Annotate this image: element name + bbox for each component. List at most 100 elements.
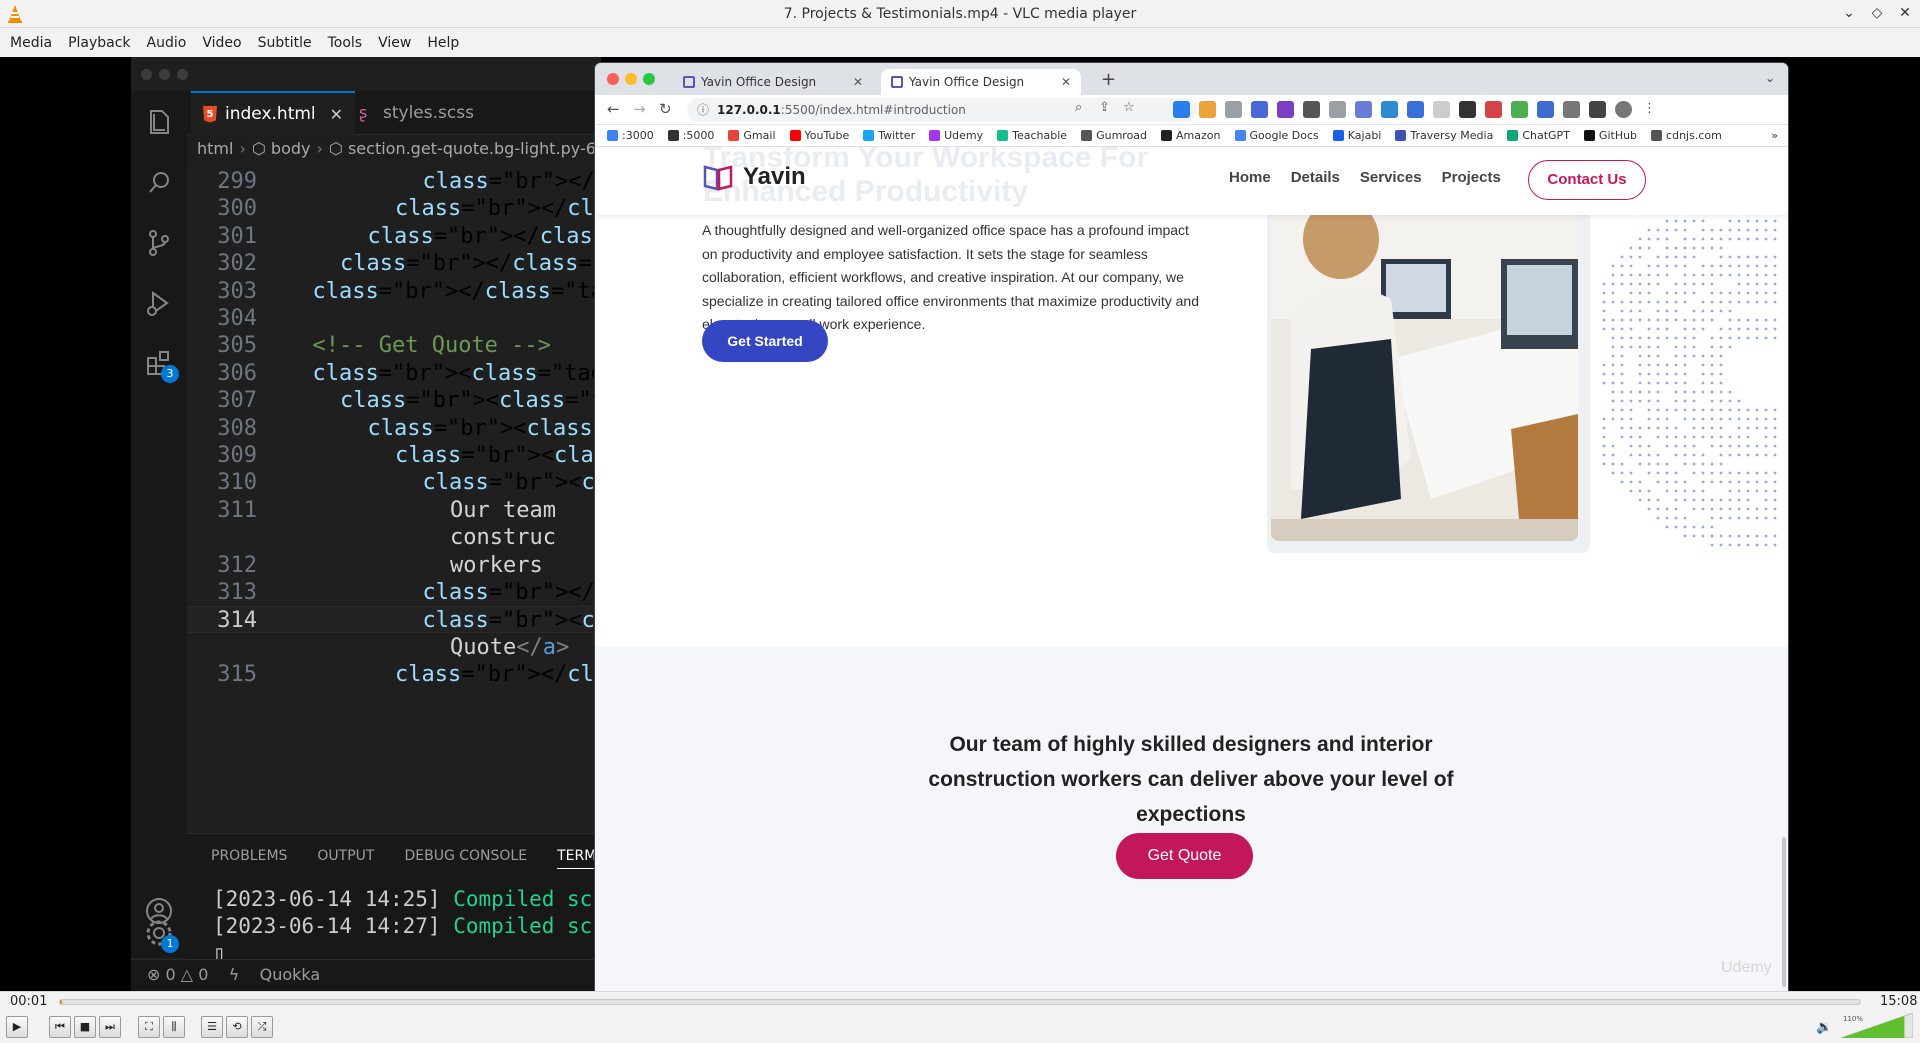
page-scrollbar[interactable] [1782,837,1786,987]
code-line[interactable]: 313 class="br"></class="tagn">h4> [187,579,601,606]
warning-count[interactable]: 0 [198,965,208,984]
bookmark-item[interactable]: Traversy Media [1395,129,1493,142]
extension-icon[interactable] [1251,101,1268,118]
next-icon[interactable]: ⏭ [99,1016,121,1038]
breadcrumb-item[interactable]: html [197,139,233,158]
code-line[interactable]: 307 class="br"><class="tagn">div class="c… [187,387,601,414]
puzzle-icon[interactable] [1563,101,1580,118]
code-line[interactable]: 304 [187,305,601,332]
nav-link-home[interactable]: Home [1229,169,1271,186]
quokka-status[interactable]: Quokka [260,965,321,984]
panel-tab-terminal[interactable]: TERMI [557,848,601,869]
code-line[interactable]: Quote</a> [187,634,601,661]
extension-icon[interactable] [1381,101,1398,118]
nav-link-details[interactable]: Details [1291,169,1340,186]
site-logo[interactable]: Yavin [703,163,806,191]
menu-audio[interactable]: Audio [139,35,195,51]
extended-settings-icon[interactable]: ⫼ [163,1016,185,1038]
bookmark-item[interactable]: Udemy [929,129,983,142]
panel-tab-debug-console[interactable]: DEBUG CONSOLE [404,848,527,869]
forward-icon[interactable]: → [633,100,646,118]
video-frame[interactable]: 3 1 5 index.html ✕ ʂ styles.scss html › ⬡ … [0,57,1920,991]
play-icon[interactable]: ▶ [6,1016,28,1038]
extension-icon[interactable] [1303,101,1320,118]
code-line[interactable]: 300 class="br"></class="tagn">div> [187,195,601,222]
contact-us-button[interactable]: Contact Us [1528,160,1646,200]
kebab-menu-icon[interactable]: ⋮ [1641,101,1658,118]
bookmark-item[interactable]: Kajabi [1332,129,1381,142]
bookmark-item[interactable]: ChatGPT [1507,129,1570,142]
bookmark-item[interactable]: YouTube [789,129,849,142]
close-tab-icon[interactable]: ✕ [1061,75,1071,89]
extension-icon[interactable] [1459,101,1476,118]
zoom-window-icon[interactable] [643,73,655,85]
bookmark-star-icon[interactable]: ☆ [1123,100,1135,115]
settings-gear-icon[interactable]: 1 [141,915,179,953]
code-line[interactable]: construc [187,524,601,551]
run-debug-icon[interactable] [141,285,177,321]
code-line[interactable]: 311 Our team [187,497,601,524]
nav-link-services[interactable]: Services [1360,169,1422,186]
bookmark-item[interactable]: cdnjs.com [1651,129,1722,142]
code-line[interactable]: 308 class="br"><class="tagn">div class="r… [187,415,601,442]
code-line[interactable]: 315 class="br"></class="tagn">div> [187,661,601,688]
browser-tab[interactable]: Yavin Office Design ✕ [673,69,873,95]
bookmark-item[interactable]: Teachable [997,129,1067,142]
bookmark-item[interactable]: Twitter [863,129,915,142]
extension-icon[interactable] [1277,101,1294,118]
get-quote-button[interactable]: Get Quote [1116,833,1253,879]
share-icon[interactable]: ⇪ [1099,100,1110,115]
minimize-window-icon[interactable] [625,73,637,85]
extension-icon[interactable] [1225,101,1242,118]
close-icon[interactable]: ✕ [1896,4,1914,22]
elapsed-time[interactable]: 00:01 [10,994,47,1009]
profile-avatar[interactable] [1615,101,1632,118]
previous-icon[interactable]: ⏮ [49,1016,71,1038]
extension-icon[interactable] [1433,101,1450,118]
extension-icon[interactable] [1511,101,1528,118]
menu-view[interactable]: View [370,35,419,51]
close-tab-icon[interactable]: ✕ [853,75,863,89]
breadcrumb-item[interactable]: body [271,139,311,158]
extension-icon[interactable] [1199,101,1216,118]
zoom-icon[interactable]: ⌕ [1075,100,1082,115]
new-tab-icon[interactable]: + [1101,69,1116,90]
playlist-icon[interactable]: ☰ [201,1016,223,1038]
extensions-icon[interactable]: 3 [141,345,179,383]
back-icon[interactable]: ← [607,100,620,118]
extension-icon[interactable] [1173,101,1190,118]
bookmarks-overflow-icon[interactable]: » [1771,129,1778,142]
terminal-output[interactable]: [2023-06-14 14:25] Compiled sc [2023-06-… [213,886,592,967]
error-count[interactable]: 0 [166,965,176,984]
code-editor[interactable]: 299 class="br"></class="tagn">div> 300 clas… [187,163,601,833]
menu-tools[interactable]: Tools [320,35,371,51]
code-line[interactable]: 314 class="br"><class="tagn">a href="# [187,606,601,634]
extension-icon[interactable] [1485,101,1502,118]
source-control-icon[interactable] [141,225,177,261]
tab-styles-scss[interactable]: ʂ styles.scss [347,91,486,135]
bookmark-item[interactable]: Amazon [1161,129,1221,142]
code-line[interactable]: 312 workers [187,552,601,579]
code-line[interactable]: 302 class="br"></class="tagn">div> [187,250,601,277]
panel-tab-output[interactable]: OUTPUT [317,848,374,869]
bookmark-item[interactable]: :5000 [667,129,714,142]
code-line[interactable]: 306 class="br"><class="tagn">section clas… [187,360,601,387]
breadcrumb-item[interactable]: section.get-quote.bg-light.py-6 [348,139,596,158]
loop-icon[interactable]: ⟲ [226,1016,248,1038]
search-icon[interactable] [141,165,177,201]
code-line[interactable]: 303 class="br"></class="tagn">section> [187,278,601,305]
explorer-icon[interactable] [141,105,177,141]
code-line[interactable]: 301 class="br"></class="tagn">div> [187,223,601,250]
seek-bar[interactable] [59,999,1861,1005]
extension-icon[interactable] [1329,101,1346,118]
get-started-button[interactable]: Get Started [702,320,828,362]
close-tab-icon[interactable]: ✕ [330,105,343,124]
close-window-icon[interactable] [607,73,619,85]
extension-icon[interactable] [1407,101,1424,118]
nav-link-projects[interactable]: Projects [1442,169,1501,186]
code-line[interactable]: 309 class="br"><class="tagn">div class=" [187,442,601,469]
bookmark-item[interactable]: :3000 [607,129,654,142]
tab-index-html[interactable]: 5 index.html ✕ [191,91,356,135]
panel-tab-problems[interactable]: PROBLEMS [211,848,287,869]
code-line[interactable]: 299 class="br"></class="tagn">div> [187,168,601,195]
